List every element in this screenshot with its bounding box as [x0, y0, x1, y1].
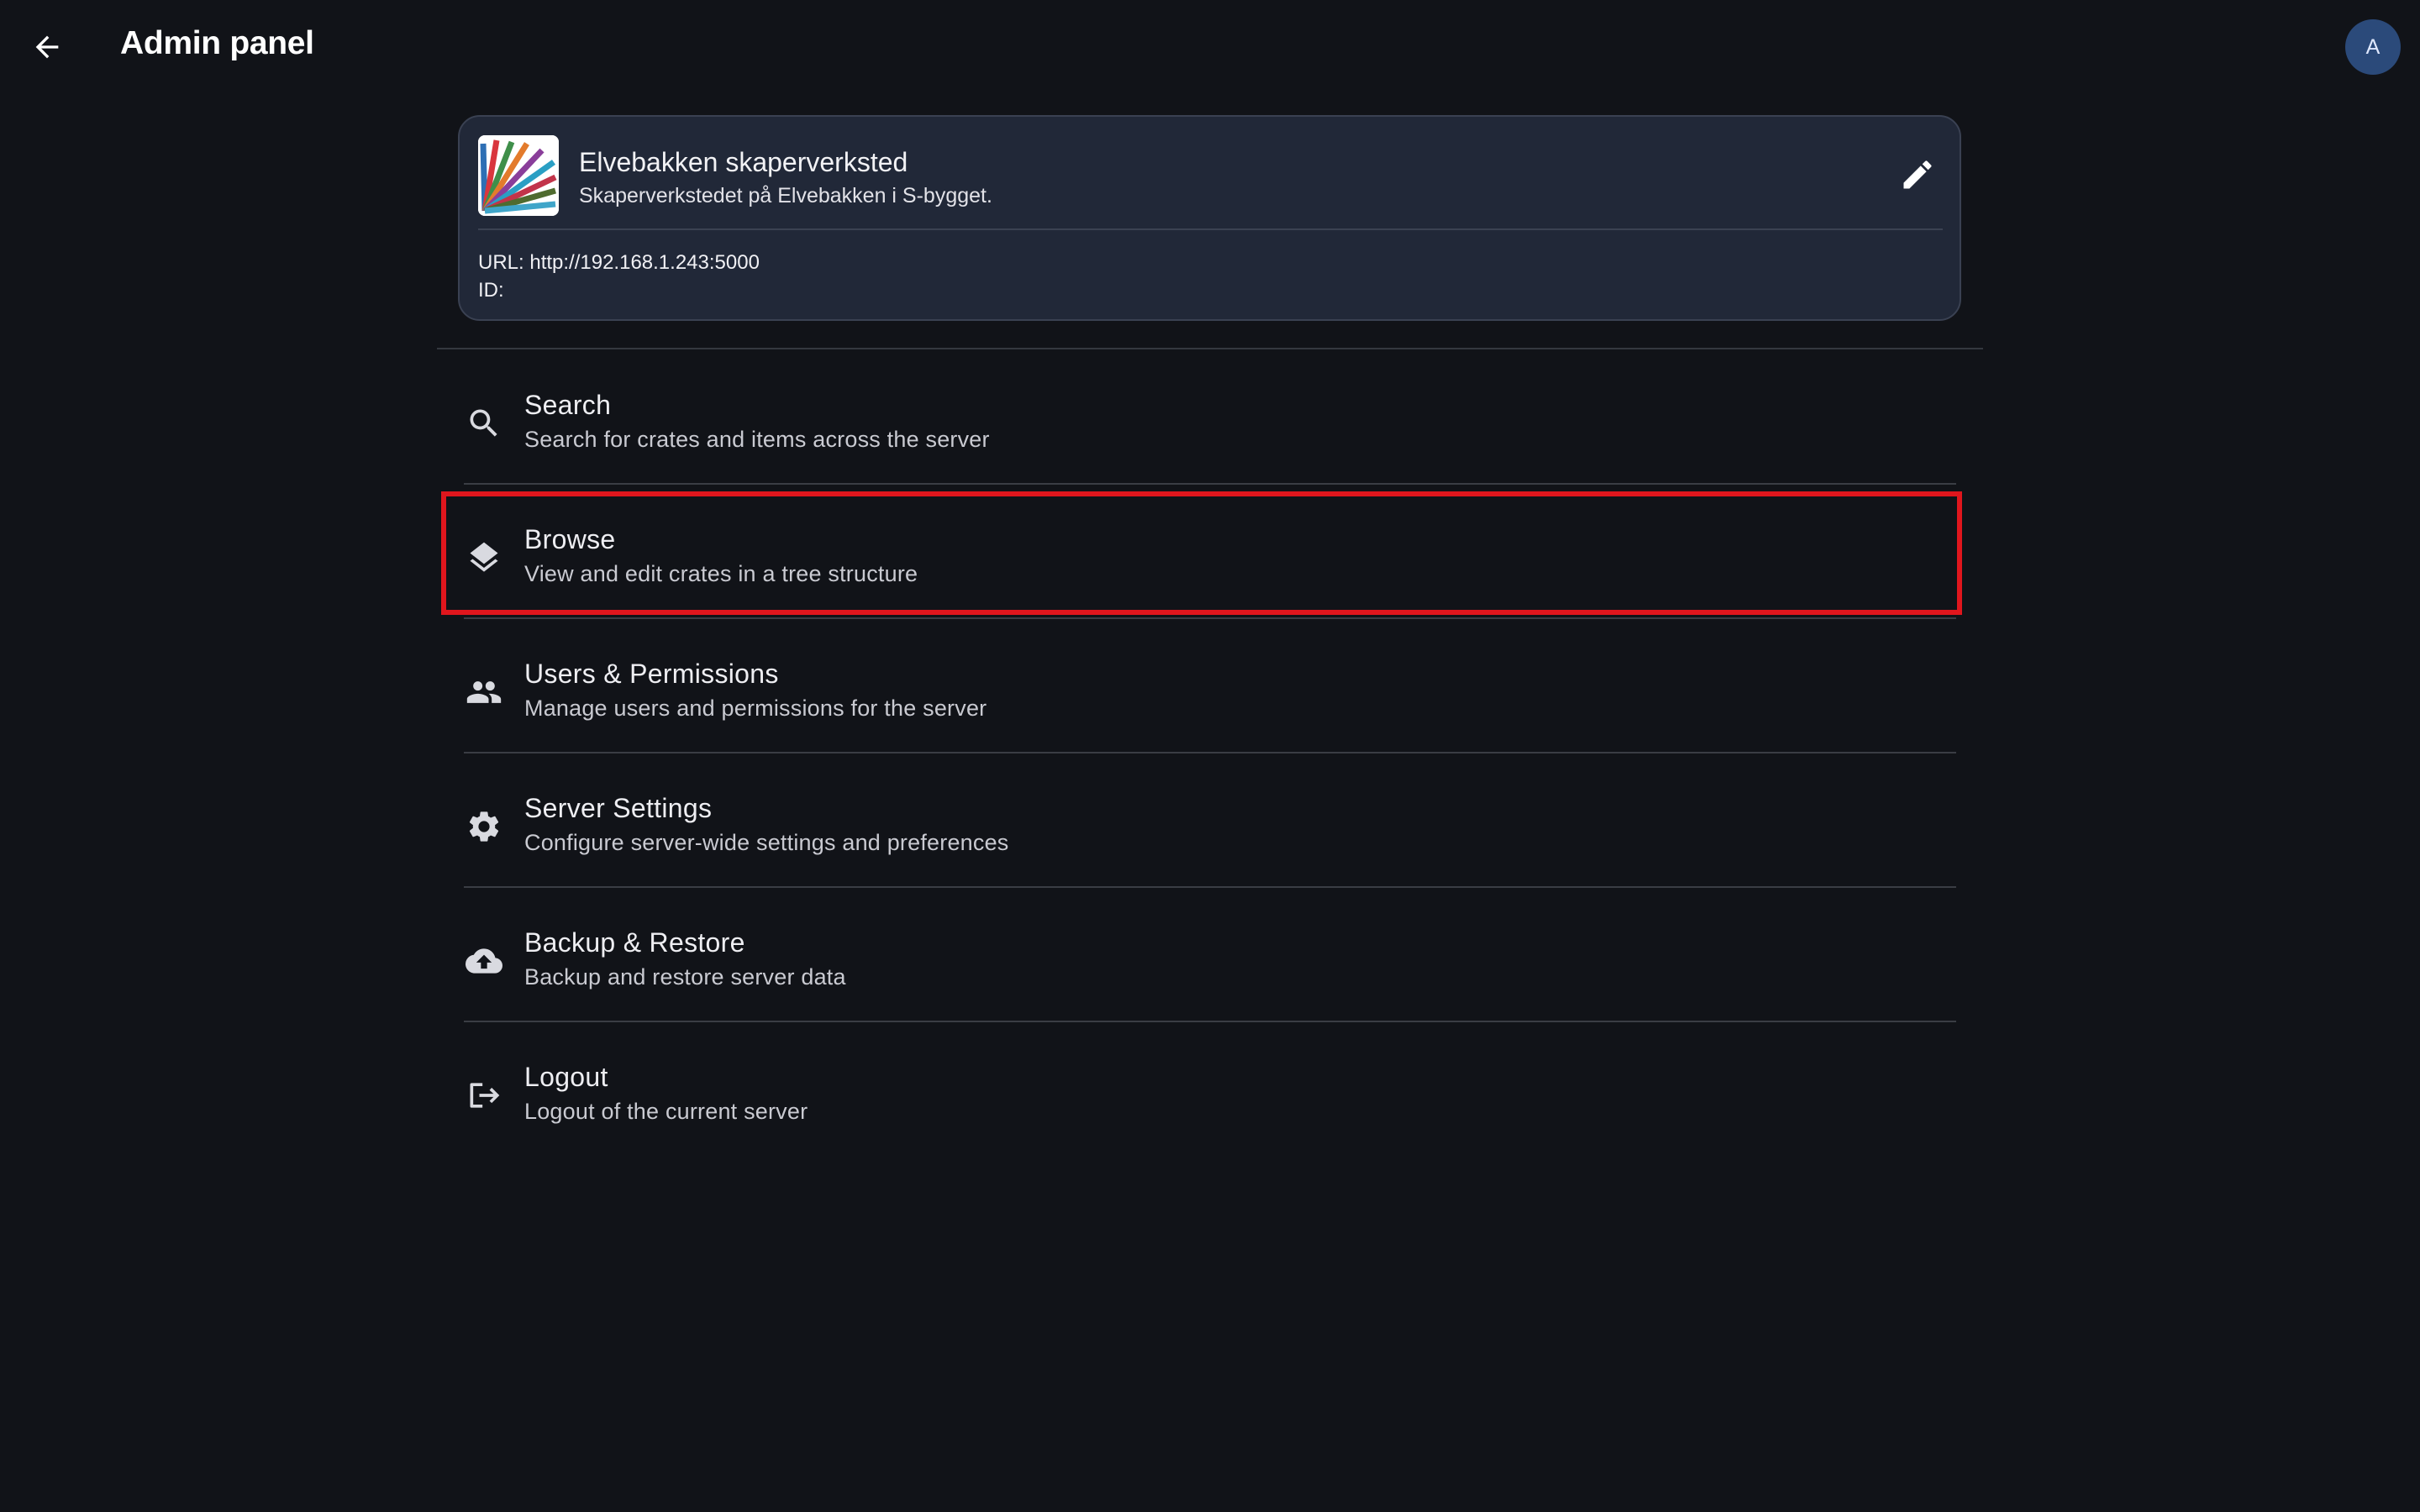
menu-item-logout[interactable]: Logout Logout of the current server — [464, 1047, 1956, 1181]
menu-item-description: View and edit crates in a tree structure — [524, 561, 918, 586]
item-divider — [464, 886, 1956, 888]
cloud-upload-icon — [464, 941, 504, 981]
section-divider — [437, 348, 1983, 349]
menu-item-label: Search — [524, 390, 612, 420]
menu-item-description: Backup and restore server data — [524, 964, 846, 990]
menu-item-label: Server Settings — [524, 793, 713, 823]
avatar[interactable]: A — [2345, 19, 2401, 75]
menu-item-label: Backup & Restore — [524, 927, 745, 958]
app-bar: Admin panel A — [0, 0, 2420, 94]
menu-item-search[interactable]: Search Search for crates and items acros… — [464, 375, 1956, 509]
item-divider — [464, 483, 1956, 485]
menu-item-description: Search for crates and items across the s… — [524, 427, 990, 452]
search-icon — [464, 403, 504, 444]
menu-item-backup-restore[interactable]: Backup & Restore Backup and restore serv… — [464, 912, 1956, 1047]
layers-icon — [464, 538, 504, 578]
menu-item-label: Logout — [524, 1062, 608, 1092]
server-card: Elvebakken skaperverksted Skaperverksted… — [458, 115, 1961, 321]
menu-item-description: Logout of the current server — [524, 1099, 808, 1124]
menu-item-description: Configure server-wide settings and prefe… — [524, 830, 1009, 855]
server-url: URL: http://192.168.1.243:5000 — [478, 251, 760, 274]
pencil-icon — [1903, 160, 1932, 189]
card-divider — [478, 228, 1943, 230]
arrow-left-icon — [35, 35, 59, 59]
back-button[interactable] — [18, 18, 76, 76]
edit-server-button[interactable] — [1888, 145, 1947, 204]
server-id: ID: — [478, 279, 504, 302]
item-divider — [464, 617, 1956, 619]
logout-icon — [464, 1075, 504, 1116]
server-name: Elvebakken skaperverksted — [579, 147, 908, 177]
item-divider — [464, 752, 1956, 753]
gear-icon — [464, 806, 504, 847]
server-logo-graphic — [478, 135, 559, 216]
menu-item-description: Manage users and permissions for the ser… — [524, 696, 987, 721]
menu-item-browse[interactable]: Browse View and edit crates in a tree st… — [464, 509, 1956, 643]
menu-item-users-permissions[interactable]: Users & Permissions Manage users and per… — [464, 643, 1956, 778]
menu-item-label: Users & Permissions — [524, 659, 779, 689]
people-icon — [464, 672, 504, 712]
server-logo — [478, 135, 559, 216]
item-divider — [464, 1021, 1956, 1022]
menu-item-server-settings[interactable]: Server Settings Configure server-wide se… — [464, 778, 1956, 912]
server-description: Skaperverkstedet på Elvebakken i S-bygge… — [579, 184, 992, 207]
page-title: Admin panel — [120, 25, 314, 61]
menu-item-label: Browse — [524, 524, 616, 554]
